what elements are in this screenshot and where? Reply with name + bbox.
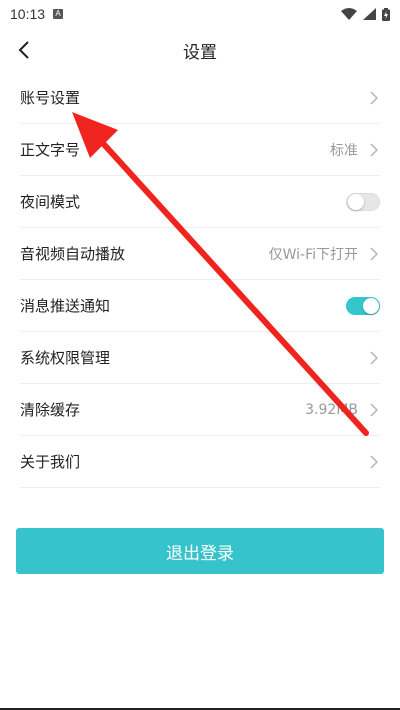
- row-label: 系统权限管理: [20, 349, 111, 367]
- row-label: 消息推送通知: [20, 297, 111, 315]
- back-arrow-icon: [18, 41, 29, 59]
- row-label: 音视频自动播放: [20, 245, 126, 263]
- toggle-knob: [363, 297, 379, 314]
- chevron-right-icon: [368, 402, 380, 417]
- settings-row-about[interactable]: 关于我们: [20, 436, 380, 488]
- toggle-knob: [348, 193, 364, 210]
- status-time: 10:13: [10, 6, 46, 22]
- back-button[interactable]: [12, 36, 36, 64]
- row-label: 正文字号: [20, 141, 81, 159]
- settings-row-permissions[interactable]: 系统权限管理: [20, 332, 380, 384]
- chevron-right-icon: [368, 90, 380, 105]
- wifi-icon: [341, 8, 357, 20]
- status-right: [341, 7, 390, 21]
- push-notification-toggle[interactable]: [346, 296, 380, 315]
- chevron-right-icon: [368, 350, 380, 365]
- settings-list: 账号设置 正文字号 标准 夜间模式 音视频自动播放 仅Wi-Fi下打开 消息推送…: [0, 72, 400, 488]
- status-bar: 10:13 A: [0, 0, 400, 28]
- row-right: [368, 90, 380, 105]
- row-label: 账号设置: [20, 89, 81, 107]
- row-label: 清除缓存: [20, 401, 81, 419]
- settings-row-clear-cache[interactable]: 清除缓存 3.92MB: [20, 384, 380, 436]
- chevron-right-icon: [368, 246, 380, 261]
- battery-icon: [382, 7, 390, 21]
- row-value: 标准: [330, 142, 358, 159]
- page-title: 设置: [183, 42, 217, 63]
- logout-button[interactable]: 退出登录: [16, 528, 384, 574]
- row-right: 仅Wi-Fi下打开: [269, 244, 380, 264]
- row-value: 3.92MB: [305, 401, 358, 418]
- settings-row-push-notification: 消息推送通知: [20, 280, 380, 332]
- row-right: 3.92MB: [305, 402, 380, 418]
- header: 设置: [0, 28, 400, 72]
- row-value: 仅Wi-Fi下打开: [268, 246, 358, 263]
- row-right: 标准: [330, 140, 380, 160]
- night-mode-toggle[interactable]: [346, 192, 380, 211]
- settings-row-font-size[interactable]: 正文字号 标准: [20, 124, 380, 176]
- signal-icon: [363, 8, 376, 20]
- settings-row-account[interactable]: 账号设置: [20, 72, 380, 124]
- row-label: 夜间模式: [20, 193, 81, 211]
- notification-icon: A: [53, 9, 64, 19]
- settings-row-autoplay[interactable]: 音视频自动播放 仅Wi-Fi下打开: [20, 228, 380, 280]
- settings-row-night-mode: 夜间模式: [20, 176, 380, 228]
- chevron-right-icon: [368, 454, 380, 469]
- row-right: [368, 350, 380, 365]
- chevron-right-icon: [368, 142, 380, 157]
- row-label: 关于我们: [20, 453, 81, 471]
- row-right: [368, 454, 380, 469]
- status-left: 10:13 A: [10, 6, 64, 22]
